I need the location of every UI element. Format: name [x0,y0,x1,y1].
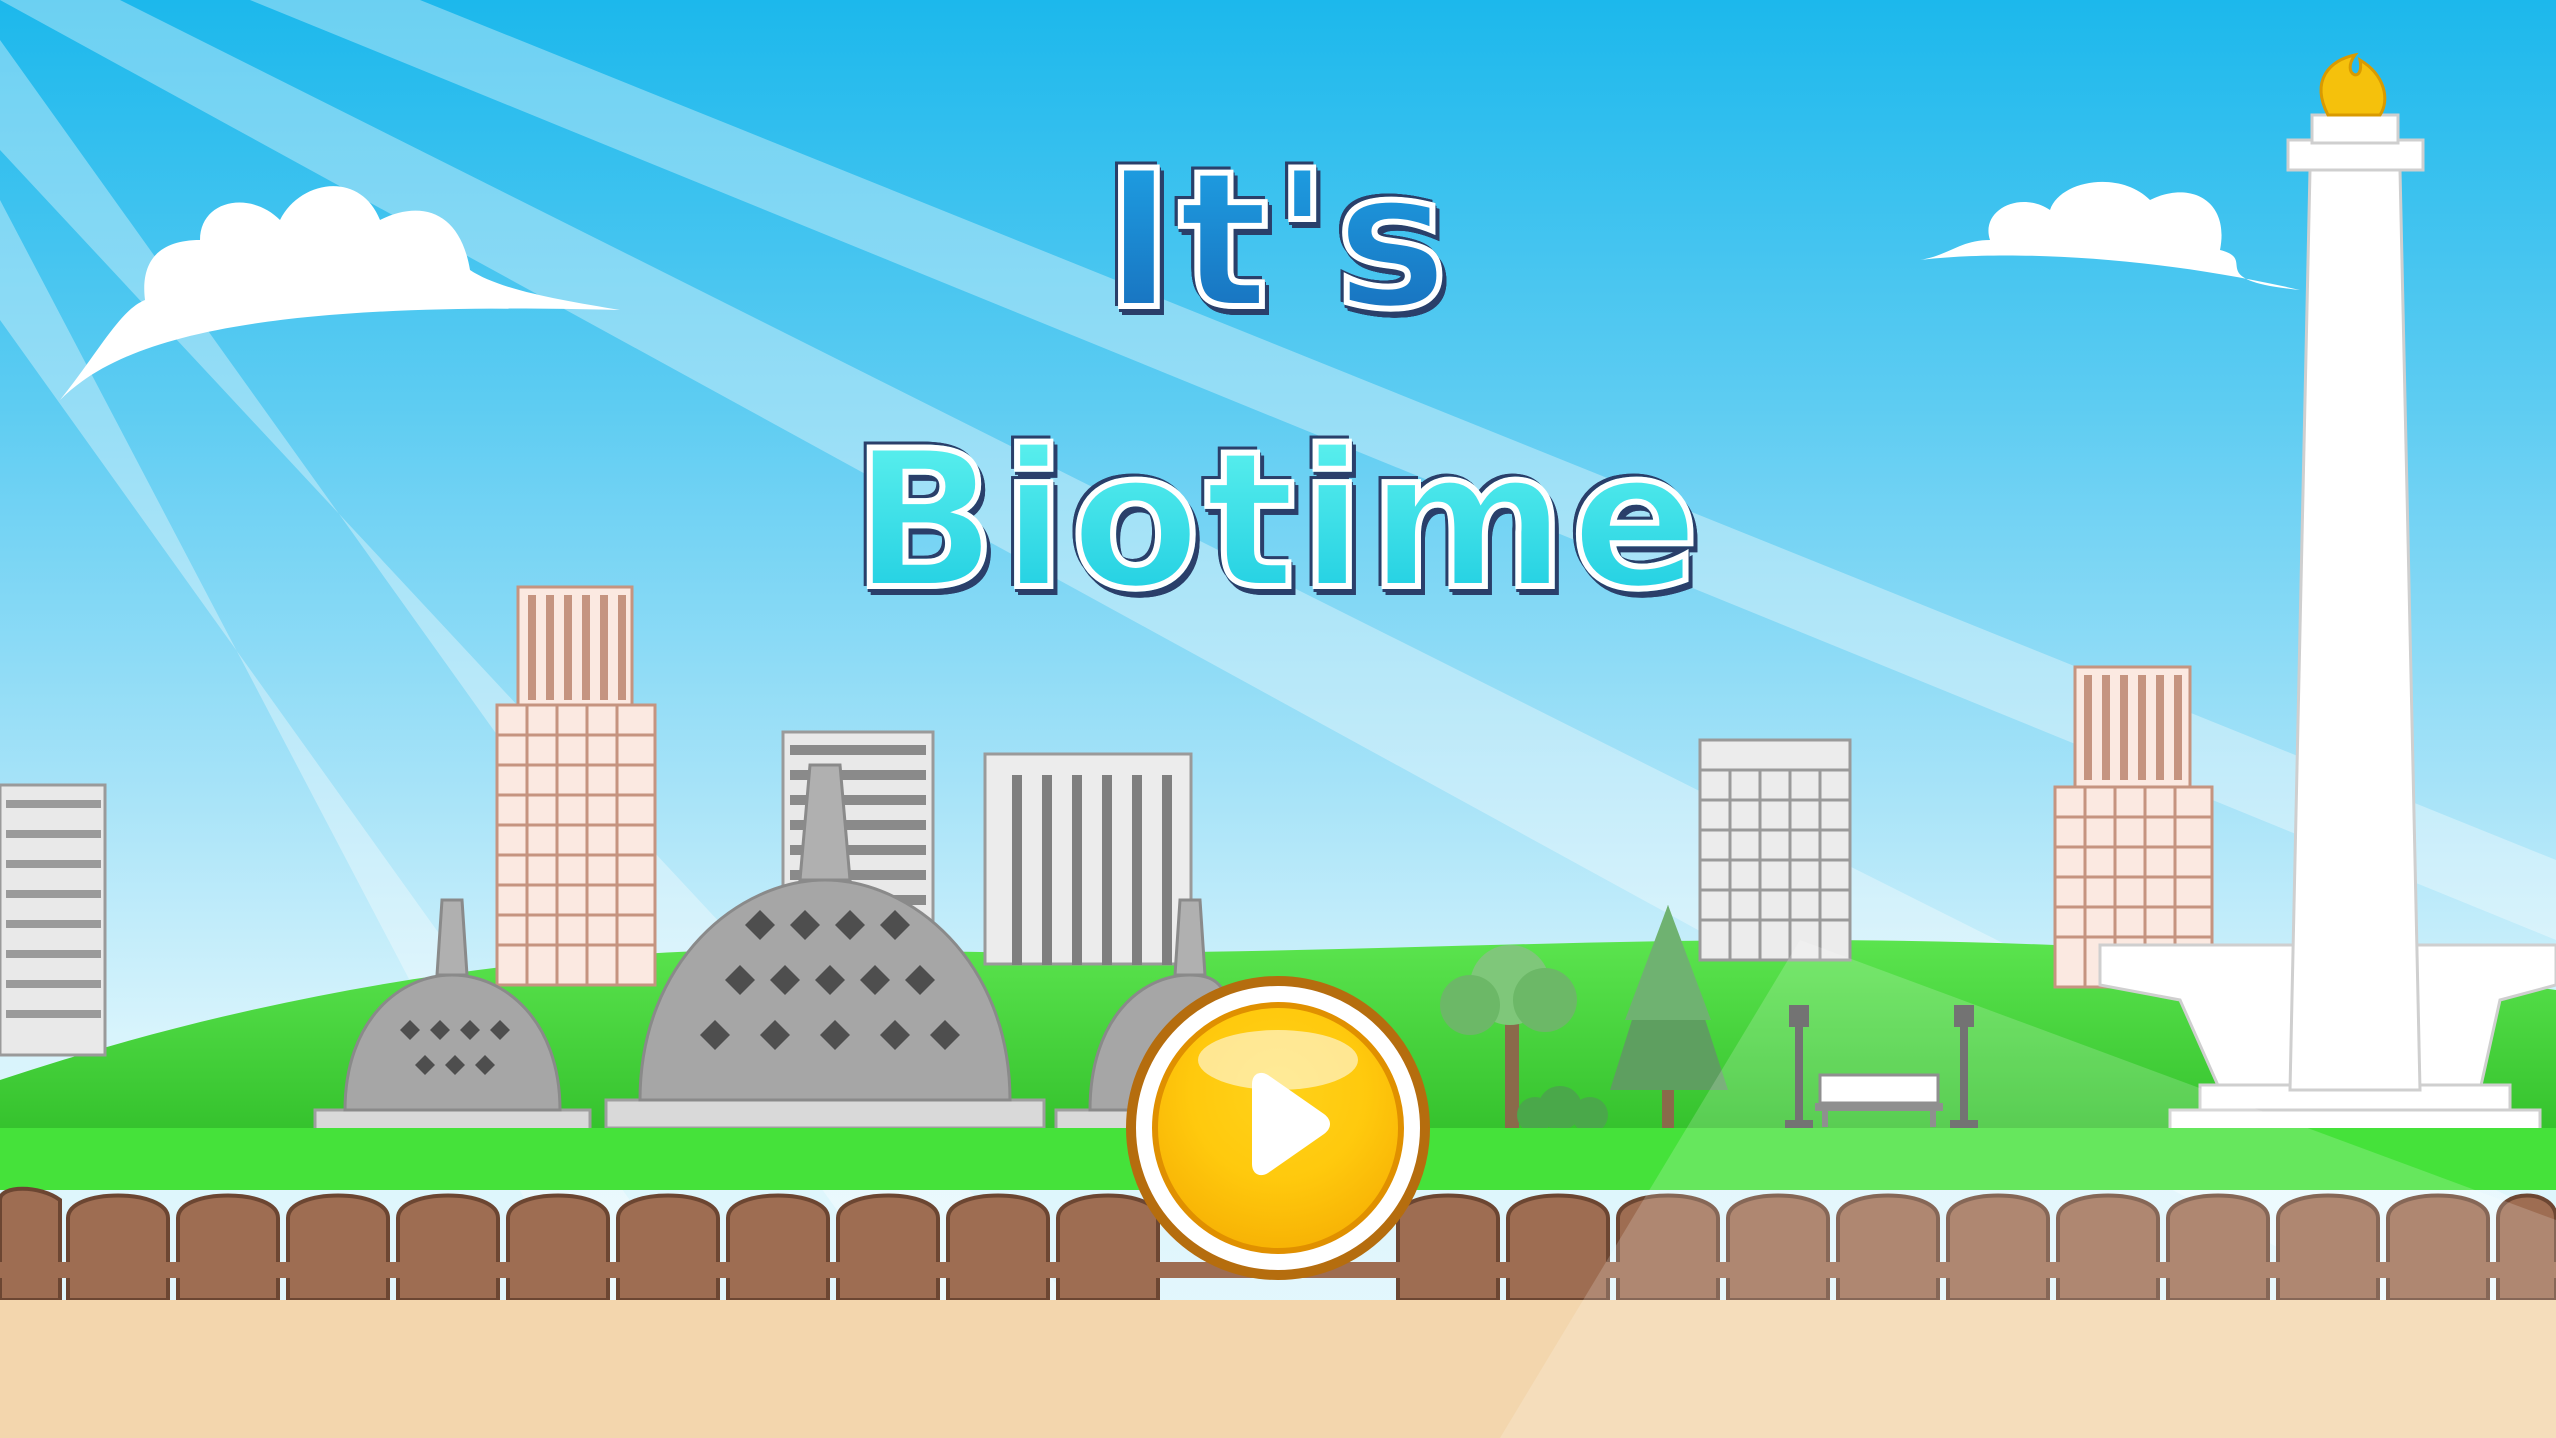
building-pink-right [2053,665,2214,989]
building-gray-columns [983,752,1193,966]
building-gray-right [1698,738,1852,962]
game-scene: It's Biotime [0,0,2556,1438]
building-tall-pink [495,585,657,987]
play-button-face[interactable] [1152,1002,1404,1254]
game-title-line1: It's [0,127,2556,354]
building-far-left [0,783,107,1057]
game-title-line2: Biotime [0,407,2556,634]
play-icon[interactable] [1152,1002,1404,1254]
play-button[interactable] [1126,976,1430,1280]
